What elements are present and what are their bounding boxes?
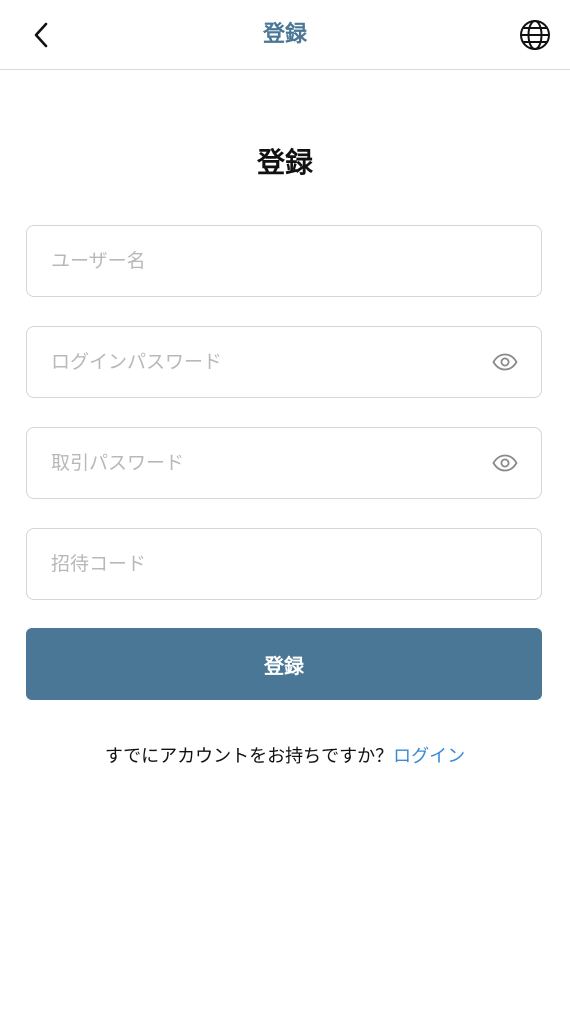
globe-icon: [520, 20, 550, 50]
login-password-field: [26, 326, 542, 398]
trade-password-visibility-toggle[interactable]: [491, 453, 519, 473]
login-password-input[interactable]: [51, 327, 471, 397]
eye-icon: [492, 454, 518, 472]
language-button[interactable]: [518, 18, 552, 52]
login-password-visibility-toggle[interactable]: [491, 352, 519, 372]
invite-code-input[interactable]: [51, 529, 471, 599]
nav-title: 登録: [262, 22, 307, 47]
login-prompt: すでにアカウントをお持ちですか？ログイン: [0, 744, 570, 770]
invite-code-field: [26, 528, 542, 600]
username-input[interactable]: [51, 226, 471, 296]
eye-icon: [492, 353, 518, 371]
page-title: 登録: [256, 146, 313, 179]
register-button[interactable]: 登録: [26, 628, 542, 700]
username-field: [26, 225, 542, 297]
trade-password-input[interactable]: [51, 428, 471, 498]
login-prompt-text: すでにアカウントをお持ちですか？: [104, 746, 394, 767]
top-nav-bar: 登録: [0, 0, 570, 70]
trade-password-field: [26, 427, 542, 499]
login-link[interactable]: ログイン: [393, 746, 465, 767]
